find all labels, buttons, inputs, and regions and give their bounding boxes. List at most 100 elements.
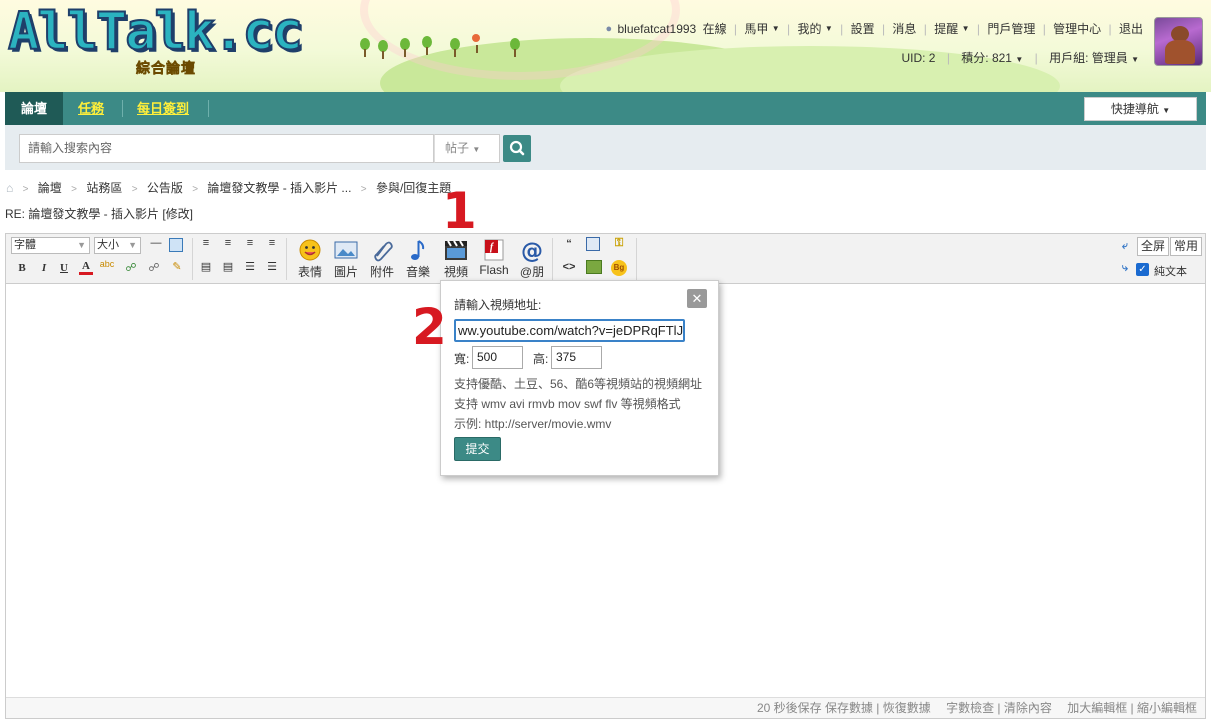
chevron-down-icon: ▼ — [472, 145, 481, 154]
align-center-icon[interactable]: ≡ — [221, 237, 235, 249]
avatar[interactable] — [1154, 17, 1203, 66]
underline-icon[interactable]: U — [58, 262, 70, 274]
emoticon-button[interactable]: 表情 — [294, 236, 326, 282]
align-justify-icon[interactable]: ≡ — [265, 237, 279, 249]
tab-forum[interactable]: 論壇 — [5, 92, 63, 125]
height-label: 高: — [533, 352, 549, 366]
plain-text-checkbox[interactable]: ✓ — [1136, 263, 1149, 276]
search-bar: 請輸入搜索內容 帖子 ▼ — [5, 125, 1206, 170]
menu-portal-admin[interactable]: 門戶管理 — [987, 20, 1035, 37]
site-logo[interactable]: AllTalk.cc — [7, 3, 304, 61]
annotation-marker-1: 1 — [442, 182, 477, 240]
username-link[interactable]: bluefatcat1993 — [617, 22, 696, 36]
hide-content-icon[interactable] — [586, 260, 602, 274]
quote-icon[interactable]: “ — [562, 238, 576, 250]
tab-daily-checkin[interactable]: 每日簽到 — [137, 92, 189, 125]
user-stats: UID: 2 | 積分: 821 ▼ | 用戶組: 管理員 ▼ — [901, 49, 1139, 66]
at-sign-icon: @ — [521, 239, 543, 262]
reply-title: RE: 論壇發文教學 - 插入影片 [修改] — [5, 207, 194, 221]
clear-format-icon[interactable]: ✎ — [169, 260, 185, 273]
chevron-down-icon: ▼ — [128, 240, 137, 250]
svg-text:@: @ — [521, 239, 543, 262]
video-url-input[interactable]: ww.youtube.com/watch?v=jeDPRqFTlJs — [454, 319, 685, 342]
menu-mine[interactable]: 我的 ▼ — [797, 20, 832, 37]
fullscreen-button[interactable]: 全屏 — [1137, 237, 1170, 256]
plain-text-label: 純文本 — [1154, 266, 1187, 278]
tab-tasks[interactable]: 任務 — [78, 92, 104, 125]
italic-icon[interactable]: I — [38, 262, 50, 274]
height-input[interactable]: 375 — [551, 346, 602, 369]
chevron-down-icon: ▼ — [77, 240, 86, 250]
image-button[interactable]: 圖片 — [330, 236, 362, 282]
ordered-list-icon[interactable]: ☰ — [243, 260, 257, 273]
search-button[interactable] — [503, 135, 531, 162]
chevron-down-icon: ▼ — [824, 24, 833, 33]
home-icon[interactable]: ⌂ — [6, 181, 13, 195]
unordered-list-icon[interactable]: ☰ — [265, 260, 279, 273]
dialog-help-text: 支持優酷、土豆、56、酷6等視頻站的視頻網址 支持 wmv avi rmvb m… — [454, 377, 703, 431]
float-left-icon[interactable]: ▤ — [199, 260, 213, 273]
horizontal-rule-icon[interactable]: — — [149, 237, 163, 249]
password-icon[interactable]: ⚿ — [611, 237, 627, 250]
divider: | — [787, 21, 791, 36]
breadcrumb-announcements[interactable]: 公告版 — [147, 181, 183, 195]
menu-reminders[interactable]: 提醒 ▼ — [934, 20, 969, 37]
chevron-down-icon: ▼ — [1131, 55, 1139, 64]
video-button[interactable]: 視頻 — [440, 236, 472, 282]
site-logo-subtitle: 綜合論壇 — [136, 60, 196, 77]
site-header: AllTalk.cc 綜合論壇 ● bluefatcat1993 在線 | 馬甲… — [0, 0, 1211, 92]
float-right-icon[interactable]: ▤ — [221, 260, 235, 273]
unlink-icon[interactable]: ☍ — [146, 261, 162, 274]
submit-button[interactable]: 提交 — [454, 437, 501, 461]
width-input[interactable]: 500 — [472, 346, 523, 369]
breadcrumb-forum[interactable]: 論壇 — [38, 181, 62, 195]
breadcrumb-site-area[interactable]: 站務區 — [86, 181, 122, 195]
music-note-icon — [411, 240, 425, 260]
divider: | — [733, 21, 738, 36]
align-left-icon[interactable]: ≡ — [199, 237, 213, 249]
main-navbar: 論壇 任務 每日簽到 — [5, 92, 1206, 125]
smiley-icon — [299, 239, 321, 261]
divider: | — [840, 21, 844, 36]
undo-icon[interactable]: ⤶ — [1117, 240, 1133, 253]
menu-settings[interactable]: 設置 — [851, 20, 875, 37]
attachment-button[interactable]: 附件 — [366, 236, 398, 282]
menu-majia[interactable]: 馬甲 ▼ — [744, 20, 779, 37]
align-right-icon[interactable]: ≡ — [243, 237, 257, 249]
points-menu[interactable]: 積分: 821 ▼ — [961, 51, 1023, 65]
redo-icon[interactable]: ⤷ — [1117, 262, 1133, 275]
menu-logout[interactable]: 退出 — [1119, 20, 1143, 37]
flash-icon: f — [484, 239, 504, 261]
video-url-dialog: 請輸入視頻地址: ✕ ww.youtube.com/watch?v=jeDPRq… — [440, 280, 719, 476]
link-icon[interactable]: ☍ — [123, 261, 139, 274]
close-icon[interactable]: ✕ — [687, 289, 707, 308]
quick-nav-button[interactable]: 快捷導航 ▼ — [1084, 97, 1197, 121]
free-block-icon[interactable] — [586, 237, 600, 251]
bold-icon[interactable]: B — [16, 262, 28, 274]
chevron-down-icon: ▼ — [1015, 55, 1024, 64]
breadcrumb: ⌂ > 論壇 > 站務區 > 公告版 > 論壇發文教學 - 插入影片 ... >… — [6, 181, 452, 195]
common-mode-button[interactable]: 常用 — [1170, 237, 1203, 256]
font-color-icon[interactable]: A — [79, 260, 93, 275]
font-select[interactable]: 字體 ▼ — [11, 237, 90, 254]
code-icon[interactable]: <> — [562, 261, 576, 273]
online-status: 在線 — [702, 22, 727, 36]
chevron-down-icon: ▼ — [1162, 106, 1171, 115]
background-music-icon[interactable]: Bg — [611, 260, 627, 276]
table-icon[interactable] — [169, 238, 183, 252]
editor-statusbar: 20 秒後保存 保存數據 | 恢復數據 字數檢查 | 清除內容 加大編輯框 | … — [6, 697, 1205, 718]
clapperboard-icon — [445, 240, 467, 260]
chevron-down-icon: ▼ — [771, 24, 780, 33]
usergroup-menu[interactable]: 用戶組: 管理員 ▼ — [1049, 51, 1139, 65]
menu-admin-center[interactable]: 管理中心 — [1053, 20, 1101, 37]
menu-messages[interactable]: 消息 — [892, 20, 916, 37]
size-select[interactable]: 大小 ▼ — [94, 237, 141, 254]
background-color-icon[interactable]: abc — [99, 259, 115, 269]
search-input[interactable]: 請輸入搜索內容 — [19, 134, 434, 163]
search-type-select[interactable]: 帖子 ▼ — [434, 134, 500, 163]
mention-button[interactable]: @ @朋 — [516, 236, 548, 282]
music-button[interactable]: 音樂 — [402, 236, 434, 282]
flash-button[interactable]: f Flash — [478, 236, 510, 282]
breadcrumb-thread[interactable]: 論壇發文教學 - 插入影片 ... — [207, 181, 351, 195]
divider: | — [976, 21, 980, 36]
